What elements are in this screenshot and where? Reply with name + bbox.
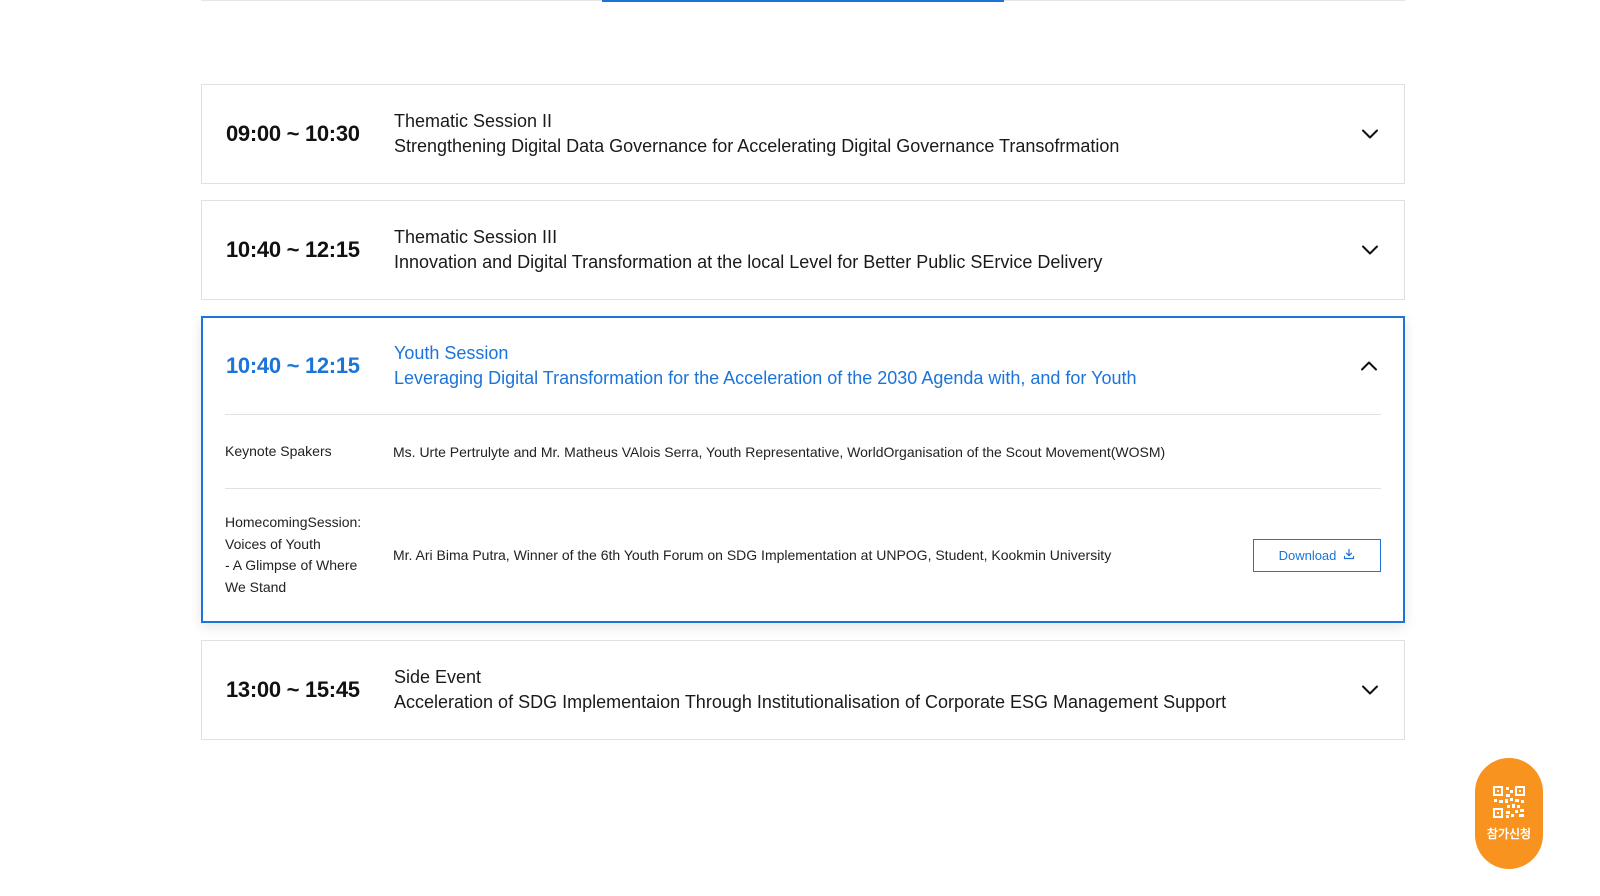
session-item-expanded: 10:40 ~ 12:15 Youth Session Leveraging D… [201, 316, 1405, 623]
chevron-down-icon[interactable] [1360, 124, 1380, 144]
detail-row: HomecomingSession: Voices of Youth - A G… [225, 489, 1381, 621]
session-titles: Youth Session Leveraging Digital Transfo… [394, 341, 1137, 391]
apply-button-label: 참가신청 [1486, 827, 1532, 841]
session-time: 09:00 ~ 10:30 [226, 121, 360, 146]
session-title: Youth Session [394, 343, 509, 363]
session-time: 13:00 ~ 15:45 [226, 677, 360, 702]
session-subtitle: Strengthening Digital Data Governance fo… [394, 136, 1120, 156]
apply-button[interactable]: 참가신청 [1475, 758, 1543, 869]
session-header[interactable]: 13:00 ~ 15:45 Side Event Acceleration of… [202, 641, 1404, 739]
download-button[interactable]: Download [1253, 539, 1381, 572]
session-title: Side Event [394, 667, 482, 687]
session-subtitle: Innovation and Digital Transformation at… [394, 252, 1103, 272]
page: 09:00 ~ 10:30 Thematic Session II Streng… [0, 0, 1600, 896]
detail-text: Ms. Urte Pertrulyte and Mr. Matheus VAlo… [393, 443, 1166, 460]
detail-text: Mr. Ari Bima Putra, Winner of the 6th Yo… [393, 547, 1112, 563]
active-tab-indicator [602, 0, 1004, 2]
qr-code-icon [1492, 785, 1526, 819]
session-time: 10:40 ~ 12:15 [226, 353, 360, 378]
session-item: 10:40 ~ 12:15 Thematic Session III Innov… [201, 200, 1405, 300]
download-button-label: Download [1278, 548, 1337, 563]
session-header[interactable]: 10:40 ~ 12:15 Thematic Session III Innov… [202, 201, 1404, 299]
session-time: 10:40 ~ 12:15 [226, 237, 360, 262]
session-schedule: 09:00 ~ 10:30 Thematic Session II Streng… [201, 84, 1405, 756]
session-item: 09:00 ~ 10:30 Thematic Session II Streng… [201, 84, 1405, 184]
chevron-down-icon[interactable] [1360, 680, 1380, 700]
chevron-up-icon[interactable] [1359, 356, 1379, 376]
session-subtitle: Acceleration of SDG Implementaion Throug… [394, 692, 1227, 712]
session-details: Keynote Spakers Ms. Urte Pertrulyte and … [225, 414, 1381, 621]
detail-label: HomecomingSession: Voices of Youth - A G… [225, 514, 362, 595]
detail-label: Keynote Spakers [225, 442, 332, 459]
detail-row: Keynote Spakers Ms. Urte Pertrulyte and … [225, 415, 1381, 489]
session-title: Thematic Session II [394, 111, 553, 131]
session-header[interactable]: 09:00 ~ 10:30 Thematic Session II Streng… [202, 85, 1404, 183]
session-titles: Thematic Session III Innovation and Digi… [394, 225, 1102, 275]
download-icon [1343, 548, 1355, 563]
chevron-down-icon[interactable] [1360, 240, 1380, 260]
session-subtitle: Leveraging Digital Transformation for th… [394, 368, 1137, 388]
session-title: Thematic Session III [394, 227, 558, 247]
session-header[interactable]: 10:40 ~ 12:15 Youth Session Leveraging D… [203, 318, 1403, 414]
session-titles: Side Event Acceleration of SDG Implement… [394, 665, 1226, 715]
session-titles: Thematic Session II Strengthening Digita… [394, 109, 1119, 159]
session-item: 13:00 ~ 15:45 Side Event Acceleration of… [201, 640, 1405, 740]
